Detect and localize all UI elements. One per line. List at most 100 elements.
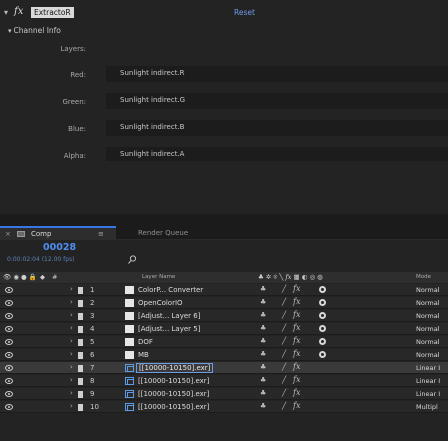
motion-blur-icon[interactable] xyxy=(319,325,326,332)
motion-blur-icon[interactable] xyxy=(319,286,326,293)
quality-switch-icon[interactable]: ╱ xyxy=(282,285,286,293)
eye-icon[interactable] xyxy=(5,326,13,332)
twirl-chevron-icon[interactable]: › xyxy=(70,285,73,293)
layer-name[interactable]: [[10000-10150].exr] xyxy=(136,363,214,373)
motion-blur-icon[interactable] xyxy=(319,299,326,306)
layer-name[interactable]: [[10000-10150].exr] xyxy=(138,390,209,398)
blend-mode-dropdown[interactable]: Linear I xyxy=(416,390,440,398)
label-color-swatch[interactable] xyxy=(78,352,83,359)
layer-name[interactable]: MB xyxy=(138,351,149,359)
quality-switch-icon[interactable]: ╱ xyxy=(282,337,286,345)
motion-blur-icon[interactable] xyxy=(319,312,326,319)
quality-switch-icon[interactable]: ╱ xyxy=(282,363,286,371)
eye-icon[interactable] xyxy=(5,391,13,397)
label-color-swatch[interactable] xyxy=(78,378,83,385)
layer-name[interactable]: [Adjust... Layer 6] xyxy=(138,312,200,320)
fx-icon[interactable]: fx xyxy=(293,362,300,371)
shy-icon[interactable]: ♣ xyxy=(260,324,266,332)
label-color-swatch[interactable] xyxy=(78,313,83,320)
search-icon[interactable] xyxy=(128,255,137,264)
shy-icon[interactable]: ♣ xyxy=(260,402,266,410)
layer-row[interactable]: › 9 [[10000-10150].exr] ♣ ╱ fx Linear I xyxy=(0,388,448,400)
fx-icon[interactable]: fx xyxy=(293,284,300,293)
channel-info-section[interactable]: ▾ Channel Info xyxy=(8,26,61,35)
shy-icon[interactable]: ♣ xyxy=(260,363,266,371)
green-channel-dropdown[interactable]: Sunlight indirect.G xyxy=(106,93,448,109)
shy-icon[interactable]: ♣ xyxy=(260,376,266,384)
twirl-chevron-icon[interactable]: › xyxy=(70,389,73,397)
layer-name[interactable]: ColorP... Converter xyxy=(138,286,203,294)
eye-icon[interactable] xyxy=(5,339,13,345)
panel-divider[interactable] xyxy=(0,214,448,226)
twirl-chevron-icon[interactable]: › xyxy=(70,376,73,384)
red-channel-dropdown[interactable]: Sunlight indirect.R xyxy=(106,66,448,82)
label-color-swatch[interactable] xyxy=(78,287,83,294)
blend-mode-dropdown[interactable]: Multipl xyxy=(416,403,438,411)
fx-icon[interactable]: fx xyxy=(293,388,300,397)
reset-link[interactable]: Reset xyxy=(234,8,255,17)
blend-mode-dropdown[interactable]: Normal xyxy=(416,299,440,307)
shy-icon[interactable]: ♣ xyxy=(260,285,266,293)
fx-toggle-icon[interactable]: fx xyxy=(14,6,23,17)
blend-mode-dropdown[interactable]: Normal xyxy=(416,325,440,333)
layer-row[interactable]: › 3 [Adjust... Layer 6] ♣ ╱ fx Normal xyxy=(0,310,448,322)
twirl-chevron-icon[interactable]: › xyxy=(70,337,73,345)
alpha-channel-dropdown[interactable]: Sunlight indirect.A xyxy=(106,147,448,161)
blend-mode-dropdown[interactable]: Normal xyxy=(416,351,440,359)
twirl-chevron-icon[interactable]: › xyxy=(70,298,73,306)
mode-header[interactable]: Mode xyxy=(416,274,431,280)
label-color-swatch[interactable] xyxy=(78,326,83,333)
motion-blur-icon[interactable] xyxy=(319,351,326,358)
eye-icon[interactable] xyxy=(5,313,13,319)
quality-switch-icon[interactable]: ╱ xyxy=(282,298,286,306)
fx-icon[interactable]: fx xyxy=(293,310,300,319)
layer-row[interactable]: › 1 ColorP... Converter ♣ ╱ fx Normal xyxy=(0,284,448,296)
label-color-swatch[interactable] xyxy=(78,365,83,372)
fx-icon[interactable]: fx xyxy=(293,297,300,306)
blend-mode-dropdown[interactable]: Linear I xyxy=(416,364,440,372)
shy-icon[interactable]: ♣ xyxy=(260,298,266,306)
quality-switch-icon[interactable]: ╱ xyxy=(282,350,286,358)
layer-row[interactable]: › 5 DOF ♣ ╱ fx Normal xyxy=(0,336,448,348)
layer-row[interactable]: › 2 OpenColorIO ♣ ╱ fx Normal xyxy=(0,297,448,309)
layer-row[interactable]: › 4 [Adjust... Layer 5] ♣ ╱ fx Normal xyxy=(0,323,448,335)
shy-icon[interactable]: ♣ xyxy=(260,337,266,345)
motion-blur-icon[interactable] xyxy=(319,338,326,345)
label-color-swatch[interactable] xyxy=(78,300,83,307)
layer-name-header[interactable]: Layer Name xyxy=(142,274,175,280)
quality-switch-icon[interactable]: ╱ xyxy=(282,324,286,332)
quality-switch-icon[interactable]: ╱ xyxy=(282,402,286,410)
twirl-chevron-icon[interactable]: › xyxy=(70,402,73,410)
fx-icon[interactable]: fx xyxy=(293,401,300,410)
label-color-swatch[interactable] xyxy=(78,404,83,411)
twirl-chevron-icon[interactable]: › xyxy=(70,363,73,371)
label-color-swatch[interactable] xyxy=(78,391,83,398)
eye-icon[interactable] xyxy=(5,352,13,358)
fx-icon[interactable]: fx xyxy=(293,336,300,345)
current-time-display[interactable]: 00028 xyxy=(43,242,76,253)
blend-mode-dropdown[interactable]: Normal xyxy=(416,286,440,294)
layer-row[interactable]: › 7 [[10000-10150].exr] ♣ ╱ fx Linear I xyxy=(0,362,448,374)
twirl-chevron-icon[interactable]: › xyxy=(70,311,73,319)
close-icon[interactable]: × xyxy=(5,229,11,240)
twirl-chevron-icon[interactable]: › xyxy=(70,350,73,358)
fx-icon[interactable]: fx xyxy=(293,349,300,358)
blend-mode-dropdown[interactable]: Linear I xyxy=(416,377,440,385)
shy-icon[interactable]: ♣ xyxy=(260,311,266,319)
collapse-chevron-icon[interactable]: ▾ xyxy=(4,8,8,17)
tab-render-queue[interactable]: Render Queue xyxy=(138,226,188,240)
eye-icon[interactable] xyxy=(5,287,13,293)
quality-switch-icon[interactable]: ╱ xyxy=(282,389,286,397)
shy-icon[interactable]: ♣ xyxy=(260,389,266,397)
layer-row[interactable]: › 6 MB ♣ ╱ fx Normal xyxy=(0,349,448,361)
fx-icon[interactable]: fx xyxy=(293,375,300,384)
layer-name[interactable]: DOF xyxy=(138,338,153,346)
layer-name[interactable]: [[10000-10150].exr] xyxy=(138,377,209,385)
eye-icon[interactable] xyxy=(5,365,13,371)
tab-comp[interactable]: × Comp ≡ xyxy=(0,226,116,240)
blend-mode-dropdown[interactable]: Normal xyxy=(416,338,440,346)
effect-name[interactable]: ExtractoR xyxy=(31,7,74,18)
panel-menu-icon[interactable]: ≡ xyxy=(98,229,104,240)
quality-switch-icon[interactable]: ╱ xyxy=(282,311,286,319)
layer-name[interactable]: OpenColorIO xyxy=(138,299,183,307)
